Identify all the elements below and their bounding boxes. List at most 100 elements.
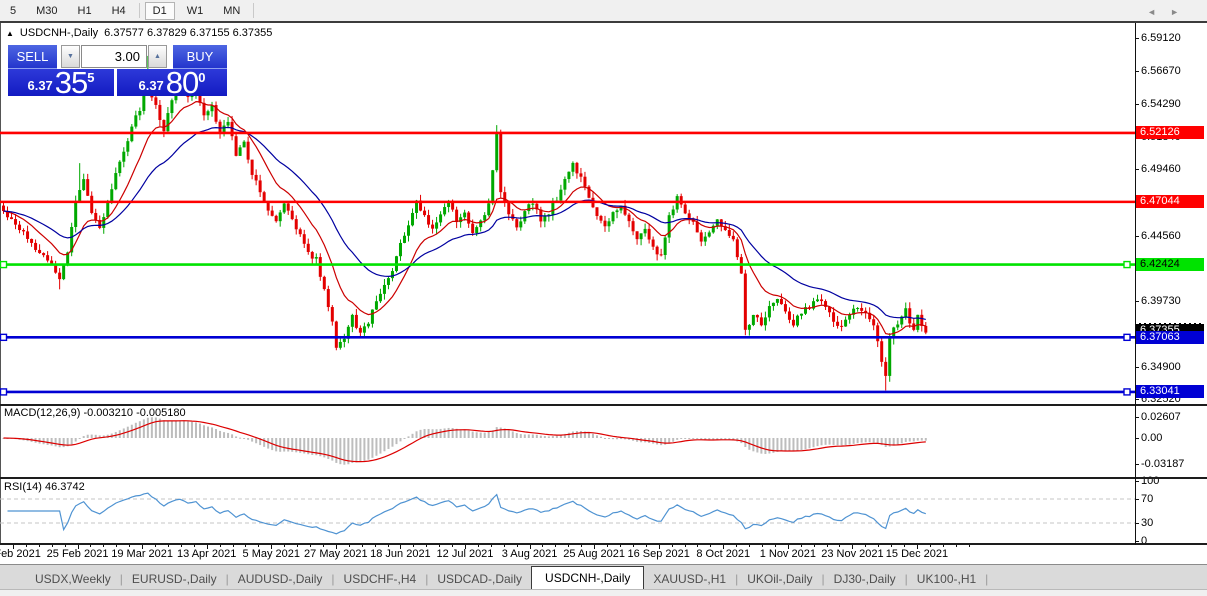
date-minor-tick xyxy=(517,545,518,547)
volume-input[interactable]: 3.00 xyxy=(81,45,147,68)
candle-body xyxy=(343,339,346,342)
tab-dj30-daily[interactable]: DJ30-,Daily xyxy=(825,569,905,590)
date-axis[interactable]: 3 Feb 202125 Feb 202119 Mar 202113 Apr 2… xyxy=(0,545,1207,564)
chart-title-bar: ▲ USDCNH-,Daily 6.37577 6.37829 6.37155 … xyxy=(6,27,272,39)
candle-body xyxy=(860,308,863,311)
tab-scroll-arrows[interactable]: ◄► xyxy=(1147,7,1193,17)
date-tick-label: 15 Dec 2021 xyxy=(886,548,948,560)
candle-body xyxy=(170,100,173,113)
macd-histogram-bar xyxy=(516,433,518,438)
candle-body xyxy=(311,252,314,259)
date-tick-label: 25 Aug 2021 xyxy=(563,548,625,560)
date-minor-tick xyxy=(181,545,182,547)
macd-histogram-bar xyxy=(231,434,233,438)
rsi-indicator-label: RSI(14) 46.3742 xyxy=(4,481,85,493)
timeframe-button-m5[interactable]: 5 xyxy=(2,2,24,20)
sell-price-tile[interactable]: 6.37 35 5 xyxy=(8,69,114,96)
macd-histogram-bar xyxy=(375,438,377,456)
macd-histogram-bar xyxy=(692,438,694,439)
candle-body xyxy=(672,209,675,215)
macd-histogram-bar xyxy=(829,438,831,445)
sell-button[interactable]: SELL xyxy=(8,45,57,69)
tab-ukoil-daily[interactable]: UKOil-,Daily xyxy=(738,569,821,590)
timeframe-button-h1[interactable]: H1 xyxy=(70,2,100,20)
timeframe-button-w1[interactable]: W1 xyxy=(179,2,212,20)
candle-body xyxy=(307,244,310,252)
macd-histogram-bar xyxy=(147,418,149,438)
tab-separator: | xyxy=(985,572,988,590)
macd-histogram-bar xyxy=(476,432,478,438)
macd-histogram-bar xyxy=(55,438,57,446)
candle-body xyxy=(10,217,13,219)
timeframe-button-mn[interactable]: MN xyxy=(215,2,248,20)
timeframe-button-d1[interactable]: D1 xyxy=(145,2,175,20)
macd-histogram-bar xyxy=(488,432,490,438)
date-minor-tick xyxy=(129,545,130,547)
tab-usdcad-daily[interactable]: USDCAD-,Daily xyxy=(428,569,531,590)
line-handle[interactable] xyxy=(1,334,7,340)
macd-histogram-bar xyxy=(905,438,907,442)
tab-usdchf-h4[interactable]: USDCHF-,H4 xyxy=(335,569,426,590)
scroll-left-icon[interactable]: ◄ xyxy=(1147,7,1170,17)
tab-uk100-h1[interactable]: UK100-,H1 xyxy=(908,569,985,590)
candle-body xyxy=(339,342,342,348)
date-minor-tick xyxy=(827,545,828,547)
date-minor-tick xyxy=(633,545,634,547)
tab-audusd-daily[interactable]: AUDUSD-,Daily xyxy=(229,569,332,590)
tab-xauusd-h1[interactable]: XAUUSD-,H1 xyxy=(644,569,735,590)
timeframe-button-h4[interactable]: H4 xyxy=(104,2,134,20)
scroll-right-icon[interactable]: ► xyxy=(1170,7,1193,17)
candle-body xyxy=(475,227,478,233)
date-tick-label: 3 Feb 2021 xyxy=(0,548,41,560)
line-handle[interactable] xyxy=(1124,334,1130,340)
candle-body xyxy=(327,289,330,307)
volume-decrease-button[interactable]: ▼ xyxy=(61,45,80,68)
rsi-indicator-area[interactable] xyxy=(0,479,1135,543)
macd-histogram-bar xyxy=(764,438,766,454)
candle-body xyxy=(154,97,157,105)
candle-body xyxy=(142,94,145,111)
timeframe-button-m30[interactable]: M30 xyxy=(28,2,65,20)
candle-body xyxy=(335,322,338,348)
date-minor-tick xyxy=(891,545,892,547)
date-minor-tick xyxy=(39,545,40,547)
candle-body xyxy=(668,215,671,237)
candle-body xyxy=(46,255,49,260)
collapse-chart-icon[interactable]: ▲ xyxy=(6,29,14,38)
volume-increase-button[interactable]: ▲ xyxy=(148,45,167,68)
candle-body xyxy=(487,203,490,215)
tab-usdcnh-daily-active[interactable]: USDCNH-,Daily xyxy=(531,566,644,590)
line-handle[interactable] xyxy=(1,262,7,268)
candle-body xyxy=(768,306,771,317)
macd-histogram-bar xyxy=(853,438,855,444)
line-handle[interactable] xyxy=(1,389,7,395)
candle-body xyxy=(2,206,5,211)
candle-body xyxy=(207,111,210,115)
macd-histogram-bar xyxy=(857,438,859,443)
date-minor-tick xyxy=(426,545,427,547)
panel-separator[interactable] xyxy=(0,477,1207,479)
panel-separator[interactable] xyxy=(0,404,1207,406)
buy-price-tile[interactable]: 6.37 80 0 xyxy=(117,69,227,96)
candle-body xyxy=(138,111,141,115)
candle-body xyxy=(792,320,795,326)
tab-usdx-weekly[interactable]: USDX,Weekly xyxy=(26,569,120,590)
macd-histogram-bar xyxy=(163,420,165,438)
candle-body xyxy=(315,257,318,259)
macd-histogram-bar xyxy=(207,427,209,438)
macd-histogram-bar xyxy=(211,427,213,438)
candle-body xyxy=(844,320,847,327)
candle-body xyxy=(816,299,819,301)
line-handle[interactable] xyxy=(1124,262,1130,268)
date-minor-tick xyxy=(839,545,840,547)
tab-eurusd-daily[interactable]: EURUSD-,Daily xyxy=(123,569,226,590)
macd-histogram-bar xyxy=(247,438,249,440)
candle-body xyxy=(235,136,238,156)
macd-histogram-bar xyxy=(191,422,193,438)
macd-histogram-bar xyxy=(279,438,281,452)
buy-button[interactable]: BUY xyxy=(173,45,227,69)
date-tick-label: 5 May 2021 xyxy=(243,548,300,560)
line-handle[interactable] xyxy=(1124,389,1130,395)
candle-body xyxy=(628,215,631,221)
chart-ohlc-values: 6.37577 6.37829 6.37155 6.37355 xyxy=(104,27,272,39)
